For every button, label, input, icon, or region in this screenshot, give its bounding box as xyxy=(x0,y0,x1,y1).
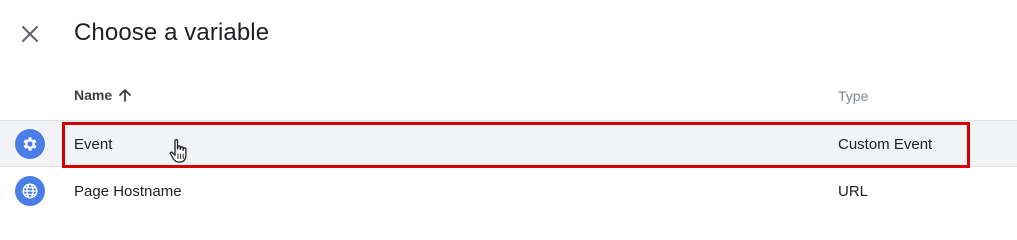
row-icon-badge xyxy=(15,129,45,159)
row-name: Event xyxy=(74,136,113,153)
row-type: URL xyxy=(838,183,869,200)
close-icon[interactable] xyxy=(20,24,40,44)
column-headers: Name Type xyxy=(0,80,1017,114)
name-column-header[interactable]: Name xyxy=(74,87,132,103)
row-icon-badge xyxy=(15,176,45,206)
arrow-up-icon xyxy=(119,89,132,102)
name-column-label: Name xyxy=(74,87,113,103)
type-column-header[interactable]: Type xyxy=(838,88,868,104)
dialog-header: Choose a variable xyxy=(0,0,1017,70)
dialog-title: Choose a variable xyxy=(74,19,270,46)
table-row[interactable]: Page Hostname URL xyxy=(0,168,1017,215)
row-name: Page Hostname xyxy=(74,183,182,200)
gear-icon xyxy=(23,137,37,151)
globe-icon xyxy=(22,183,38,199)
row-type: Custom Event xyxy=(838,136,933,153)
variable-picker-panel: Choose a variable Name Type Event Custom… xyxy=(0,0,1017,215)
close-button[interactable] xyxy=(16,20,44,48)
table-row[interactable]: Event Custom Event xyxy=(0,120,1017,167)
